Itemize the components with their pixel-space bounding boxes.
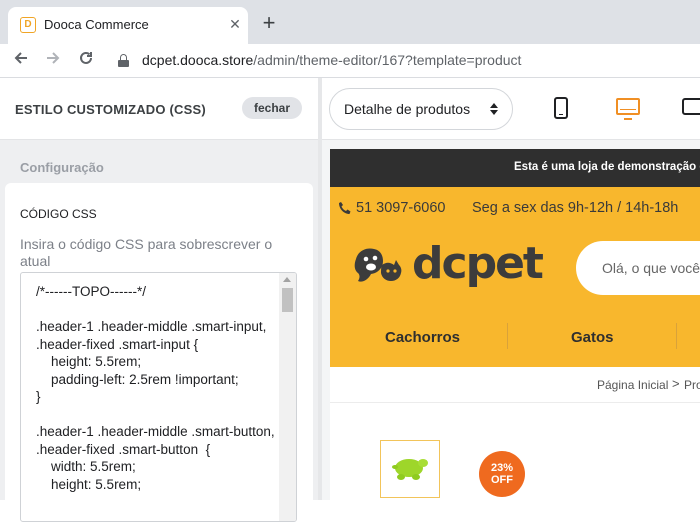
new-tab-icon[interactable]: + xyxy=(258,12,280,34)
discount-badge: 23% OFF xyxy=(479,451,525,497)
promo-bar: Esta é uma loja de demonstração d xyxy=(330,149,700,187)
browser-tab-bar: D Dooca Commerce ✕ + xyxy=(0,0,700,44)
phone-icon xyxy=(338,201,352,215)
url-domain: dcpet.dooca.store xyxy=(142,52,254,68)
dcpet-logo[interactable]: dcpet xyxy=(350,238,544,291)
turtle-toy-icon xyxy=(392,459,428,480)
nav-item-gatos[interactable]: Gatos xyxy=(571,329,614,346)
scroll-up-icon[interactable] xyxy=(283,277,291,282)
back-arrow-icon[interactable] xyxy=(10,49,32,71)
mobile-icon[interactable] xyxy=(554,97,568,119)
forward-arrow-icon[interactable] xyxy=(42,49,64,71)
store-phone: 51 3097-6060 xyxy=(356,200,446,216)
breadcrumb-next[interactable]: Pro xyxy=(684,378,700,392)
panel-title: ESTILO CUSTOMIZADO (CSS) xyxy=(15,102,206,117)
css-card: CÓDIGO CSS Insira o código CSS para sobr… xyxy=(5,183,313,522)
close-tab-icon[interactable]: ✕ xyxy=(226,15,244,33)
reload-icon[interactable] xyxy=(75,49,97,71)
breadcrumb-home[interactable]: Página Inicial xyxy=(597,378,668,392)
search-placeholder: Olá, o que você xyxy=(602,260,700,276)
scrollbar[interactable] xyxy=(279,273,296,521)
promo-text: Esta é uma loja de demonstração d xyxy=(514,161,700,173)
store-preview: Esta é uma loja de demonstração d 51 309… xyxy=(330,149,700,500)
template-select[interactable]: Detalhe de produtos xyxy=(329,88,513,130)
preview-panel: Detalhe de produtos Esta é uma loja de d… xyxy=(322,78,700,500)
address-bar[interactable]: dcpet.dooca.store/admin/theme-editor/167… xyxy=(142,52,521,68)
css-code[interactable]: /*------TOPO------*/ .header-1 .header-m… xyxy=(36,283,276,493)
tablet-icon[interactable] xyxy=(682,98,700,115)
tab-title: Dooca Commerce xyxy=(44,17,149,32)
url-path: /admin/theme-editor/167?template=product xyxy=(253,52,522,68)
store-hours: Seg a sex das 9h-12h / 14h-18h xyxy=(472,200,679,216)
breadcrumb: Página Inicial > Pro xyxy=(330,367,700,403)
nav-separator xyxy=(507,323,508,349)
select-arrows-icon xyxy=(490,103,498,115)
css-code-textarea[interactable]: /*------TOPO------*/ .header-1 .header-m… xyxy=(20,272,297,522)
panel-header: ESTILO CUSTOMIZADO (CSS) fechar xyxy=(0,78,318,140)
store-header: 51 3097-6060 Seg a sex das 9h-12h / 14h-… xyxy=(330,187,700,367)
discount-text: 23% OFF xyxy=(490,462,514,486)
browser-toolbar: dcpet.dooca.store/admin/theme-editor/167… xyxy=(0,44,700,78)
dog-cat-logo-icon xyxy=(354,248,402,282)
section-label: Configuração xyxy=(20,160,104,175)
css-code-title: CÓDIGO CSS xyxy=(20,207,97,221)
lock-icon[interactable] xyxy=(118,54,129,67)
breadcrumb-separator: > xyxy=(672,376,680,391)
store-search-input[interactable]: Olá, o que você xyxy=(576,241,700,295)
css-help-text: Insira o código CSS para sobrescrever o … xyxy=(20,236,273,269)
logo-text: dcpet xyxy=(412,238,544,289)
product-thumbnail[interactable] xyxy=(380,440,440,498)
desktop-icon[interactable] xyxy=(616,98,640,120)
css-editor-panel: ESTILO CUSTOMIZADO (CSS) fechar Configur… xyxy=(0,78,318,522)
browser-tab[interactable]: D Dooca Commerce ✕ xyxy=(8,7,248,44)
store-nav: Cachorros Gatos xyxy=(330,315,700,367)
scroll-thumb[interactable] xyxy=(282,288,293,312)
nav-item-cachorros[interactable]: Cachorros xyxy=(385,329,460,346)
preview-toolbar: Detalhe de produtos xyxy=(322,78,700,140)
nav-separator xyxy=(676,323,677,349)
dooca-favicon-icon: D xyxy=(20,17,36,33)
template-select-value: Detalhe de produtos xyxy=(344,101,471,117)
close-button[interactable]: fechar xyxy=(242,97,302,119)
